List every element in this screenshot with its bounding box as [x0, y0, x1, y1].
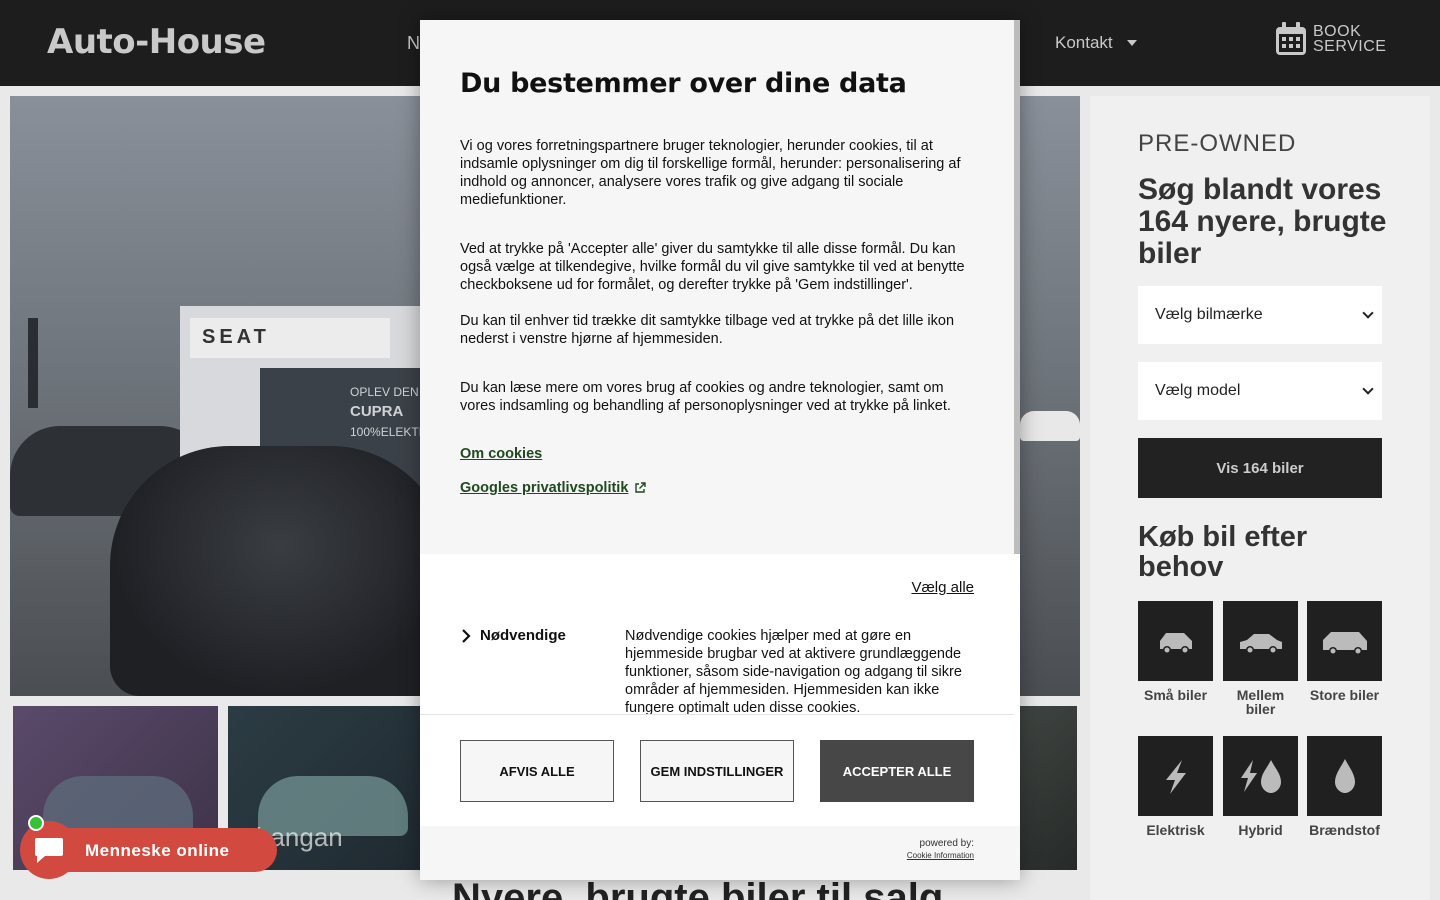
chevron-down-icon	[1362, 307, 1374, 319]
tile-label: Små biler	[1143, 687, 1208, 703]
consent-paragraph: Vi og vores forretningspartnere bruger t…	[460, 138, 961, 208]
fuel-drop-icon	[1334, 759, 1355, 793]
reject-all-button[interactable]: AFVIS ALLE	[460, 740, 614, 802]
search-title: Søg blandt vores 164 nyere, brugte biler	[1138, 173, 1387, 270]
tile-label: Mellem biler	[1236, 687, 1285, 717]
featured-car	[110, 446, 450, 696]
large-car-icon	[1322, 632, 1367, 655]
medium-car-icon	[1239, 634, 1282, 654]
nav-item-partial[interactable]: N	[407, 33, 420, 54]
need-title: Køb bil efter behov	[1138, 521, 1308, 583]
tile-medium-cars[interactable]: Mellem biler	[1223, 601, 1298, 716]
search-sidebar: PRE-OWNED Søg blandt vores 164 nyere, br…	[1090, 96, 1430, 900]
chevron-down-icon	[1126, 40, 1137, 46]
lightning-icon	[1165, 760, 1186, 794]
book-service-label: BOOK SERVICE	[1313, 23, 1387, 55]
tile-small-cars[interactable]: Små biler	[1138, 601, 1213, 702]
hybrid-icon	[1240, 760, 1281, 793]
make-select[interactable]: Vælg bilmærke	[1138, 286, 1382, 344]
tile-label: Hybrid	[1238, 822, 1283, 838]
cookie-consent-dialog: Du bestemmer over dine data Vi og vores …	[420, 20, 1020, 880]
select-all-link[interactable]: Vælg alle	[911, 579, 974, 596]
google-privacy-label: Googles privatlivspolitik	[460, 480, 629, 496]
category-description: Nødvendige cookies hjælper med at gøre e…	[625, 628, 962, 716]
consent-paragraph: Du kan til enhver tid trække dit samtykk…	[460, 313, 955, 347]
tile-fuel[interactable]: Brændstof	[1307, 736, 1382, 837]
online-status-dot	[28, 815, 44, 831]
tile-electric[interactable]: Elektrisk	[1138, 736, 1213, 837]
nav-item-kontakt[interactable]: Kontakt	[1055, 33, 1137, 53]
make-select-value: Vælg bilmærke	[1155, 306, 1263, 323]
consent-title: Du bestemmer over dine data	[460, 68, 907, 99]
chevron-right-icon	[462, 628, 471, 643]
seat-sign: SEAT	[190, 318, 390, 358]
nav-kontakt-label: Kontakt	[1055, 33, 1113, 52]
accept-all-button[interactable]: ACCEPTER ALLE	[820, 740, 974, 802]
show-cars-button[interactable]: Vis 164 biler	[1138, 438, 1382, 498]
external-link-icon	[635, 482, 647, 493]
chevron-down-icon	[1362, 383, 1374, 395]
chat-button[interactable]	[20, 821, 78, 879]
model-select-value: Vælg model	[1155, 382, 1241, 399]
tile-label: Store biler	[1309, 687, 1380, 703]
model-select[interactable]: Vælg model	[1138, 362, 1382, 420]
about-cookies-link[interactable]: Om cookies	[460, 446, 542, 462]
thumbnail-3[interactable]	[1020, 706, 1077, 870]
chat-widget[interactable]: Menneske online	[20, 815, 277, 881]
category-necessary-toggle[interactable]: Nødvendige	[460, 627, 566, 644]
powered-by: powered by: Cookie Information	[906, 838, 974, 862]
consent-paragraph: Du kan læse mere om vores brug af cookie…	[460, 380, 951, 414]
small-car-icon	[1159, 633, 1192, 654]
tile-label: Brændstof	[1309, 822, 1380, 838]
category-name: Nødvendige	[480, 627, 566, 644]
consent-paragraph: Ved at trykke på 'Accepter alle' giver d…	[460, 241, 965, 293]
parked-car-right	[1020, 411, 1080, 441]
dealer-pillar	[28, 318, 38, 408]
tile-hybrid[interactable]: Hybrid	[1223, 736, 1298, 837]
google-privacy-link[interactable]: Googles privatlivspolitik	[460, 480, 647, 496]
calendar-icon	[1276, 22, 1306, 55]
pre-owned-label: PRE-OWNED	[1138, 130, 1297, 157]
site-logo[interactable]: Auto-House	[47, 22, 266, 62]
scrollbar[interactable]	[1014, 20, 1020, 554]
book-service-button[interactable]: BOOK SERVICE	[1275, 22, 1386, 56]
tile-large-cars[interactable]: Store biler	[1307, 601, 1382, 702]
chat-bubble-icon	[35, 838, 63, 863]
cookie-information-link[interactable]: Cookie Information	[907, 850, 974, 862]
save-settings-button[interactable]: GEM INDSTILLINGER	[640, 740, 794, 802]
tile-label: Elektrisk	[1146, 822, 1205, 838]
